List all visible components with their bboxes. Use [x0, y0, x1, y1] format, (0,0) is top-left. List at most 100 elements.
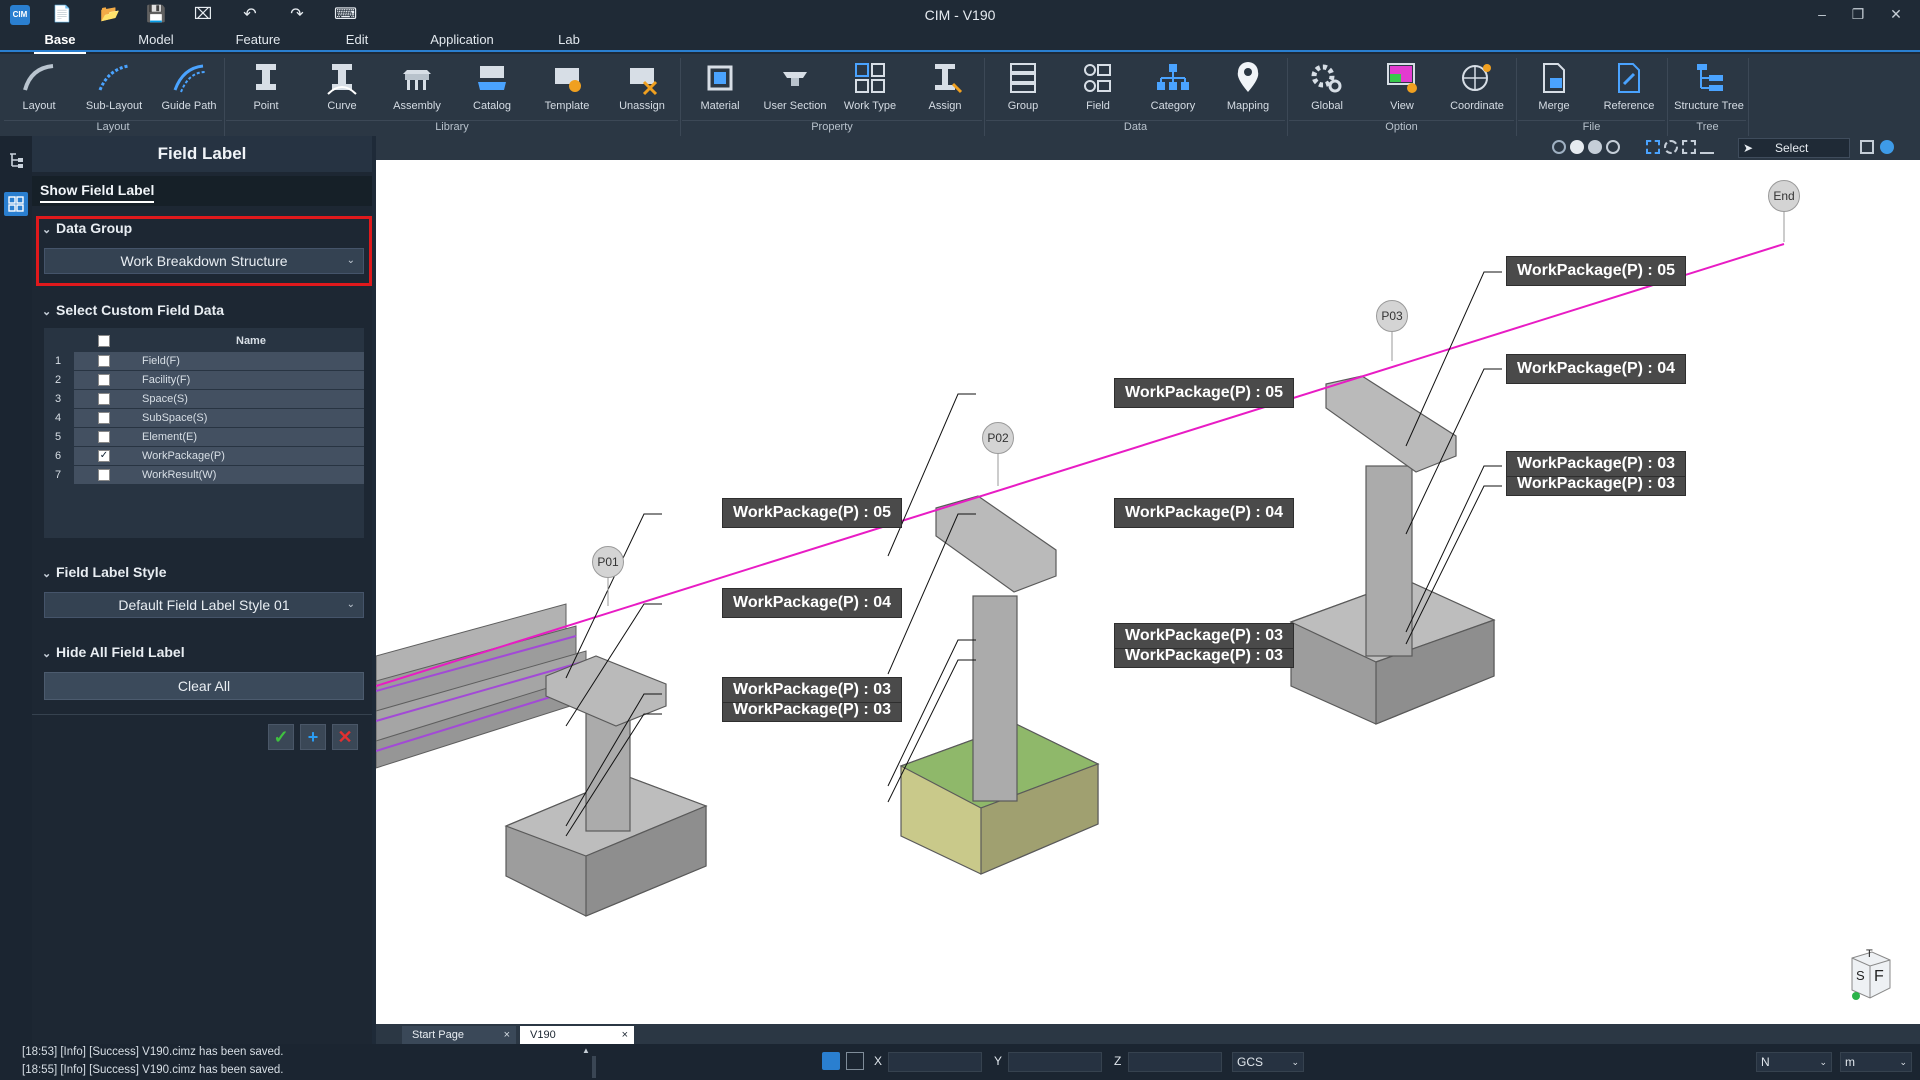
render-mode-icons[interactable] — [1552, 140, 1626, 156]
user-section-button[interactable]: User Section — [761, 58, 829, 122]
direction-dropdown[interactable]: N ⌄ — [1756, 1052, 1832, 1072]
catalog-button[interactable]: Catalog — [458, 58, 526, 122]
row-checkbox[interactable] — [98, 374, 110, 386]
hidden-line-icon[interactable] — [1588, 140, 1602, 154]
custom-field-heading[interactable]: ⌄ Select Custom Field Data — [42, 302, 224, 318]
field-label[interactable]: WorkPackage(P) : 03 — [722, 677, 902, 703]
row-checkbox[interactable] — [98, 393, 110, 405]
close-window-button[interactable]: ✕ — [1886, 4, 1906, 24]
polygon-select-icon[interactable] — [1682, 140, 1696, 154]
global-button[interactable]: Global — [1293, 58, 1361, 122]
grid-row[interactable]: 5 Element(E) — [44, 428, 364, 446]
grid-row[interactable]: 2 Facility(F) — [44, 371, 364, 389]
y-coordinate-field[interactable] — [1008, 1052, 1102, 1072]
log-scrollbar[interactable] — [592, 1056, 596, 1078]
field-label[interactable]: WorkPackage(P) : 03 — [1114, 623, 1294, 649]
shaded-icon[interactable] — [1570, 140, 1584, 154]
box-select-icon[interactable] — [1646, 140, 1660, 154]
close-tab-icon[interactable]: × — [504, 1026, 510, 1044]
apply-button[interactable]: ✓ — [268, 724, 294, 750]
circle-select-icon[interactable] — [1664, 140, 1678, 154]
angle-icon[interactable] — [846, 1052, 864, 1070]
viewport-settings-icon[interactable] — [1880, 140, 1894, 154]
tab-start-page[interactable]: Start Page × — [402, 1026, 516, 1044]
point-button[interactable]: Point — [232, 58, 300, 122]
restore-button[interactable]: ❐ — [1848, 4, 1868, 24]
field-label[interactable]: WorkPackage(P) : 04 — [722, 588, 902, 618]
category-button[interactable]: Category — [1139, 58, 1207, 122]
field-label[interactable]: WorkPackage(P) : 04 — [1506, 354, 1686, 384]
tab-base[interactable]: Base — [34, 32, 86, 54]
group-button[interactable]: Group — [989, 58, 1057, 122]
data-group-heading[interactable]: ⌄ Data Group — [42, 220, 132, 236]
3d-viewport[interactable]: P01 P02 P03 End WorkPackage(P) : 05 Work… — [376, 136, 1920, 1024]
material-button[interactable]: Material — [686, 58, 754, 122]
tab-application[interactable]: Application — [424, 32, 500, 50]
unassign-button[interactable]: Unassign — [608, 58, 676, 122]
assign-button[interactable]: Assign — [911, 58, 979, 122]
row-checkbox[interactable]: ✓ — [98, 450, 110, 462]
field-label[interactable]: WorkPackage(P) : 04 — [1114, 498, 1294, 528]
field-label[interactable]: WorkPackage(P) : 03 — [1506, 451, 1686, 477]
guide-path-button[interactable]: Guide Path — [155, 58, 223, 122]
row-checkbox[interactable] — [98, 412, 110, 424]
row-checkbox[interactable] — [98, 431, 110, 443]
realistic-icon[interactable] — [1606, 140, 1620, 154]
tree-view-icon[interactable] — [8, 152, 24, 168]
label-style-dropdown[interactable]: Default Field Label Style 01 ⌄ — [44, 592, 364, 618]
curve-button[interactable]: Curve — [308, 58, 376, 122]
log-scroll-up-icon[interactable]: ▲ — [582, 1046, 590, 1055]
add-button[interactable]: + — [300, 724, 326, 750]
grid-row[interactable]: 4 SubSpace(S) — [44, 409, 364, 427]
row-checkbox[interactable] — [98, 355, 110, 367]
z-coordinate-field[interactable] — [1128, 1052, 1222, 1072]
minimize-button[interactable]: – — [1812, 4, 1832, 24]
viewport-options-icon[interactable] — [1860, 140, 1874, 154]
field-button[interactable]: Field — [1064, 58, 1132, 122]
coordinate-button[interactable]: Coordinate — [1443, 58, 1511, 122]
grid-row[interactable]: 3 Space(S) — [44, 390, 364, 408]
data-group-dropdown[interactable]: Work Breakdown Structure ⌄ — [44, 248, 364, 274]
unit-dropdown[interactable]: m ⌄ — [1840, 1052, 1912, 1072]
marker-end[interactable]: End — [1768, 180, 1800, 212]
view-button[interactable]: View — [1368, 58, 1436, 122]
select-all-checkbox[interactable] — [98, 335, 110, 347]
tab-edit[interactable]: Edit — [340, 32, 374, 50]
select-mode-dropdown[interactable]: ➤ Select — [1738, 138, 1850, 158]
grid-row[interactable]: 6 ✓ WorkPackage(P) — [44, 447, 364, 465]
close-tab-icon[interactable]: × — [622, 1026, 628, 1044]
cancel-button[interactable]: ✕ — [332, 724, 358, 750]
row-checkbox[interactable] — [98, 469, 110, 481]
marker-p03[interactable]: P03 — [1376, 300, 1408, 332]
assembly-button[interactable]: Assembly — [383, 58, 451, 122]
tab-model[interactable]: Model — [132, 32, 180, 50]
hide-all-heading[interactable]: ⌄ Hide All Field Label — [42, 644, 185, 660]
mapping-button[interactable]: Mapping — [1214, 58, 1282, 122]
structure-tree-button[interactable]: Structure Tree — [1671, 58, 1747, 122]
marker-p02[interactable]: P02 — [982, 422, 1014, 454]
field-label[interactable]: WorkPackage(P) : 05 — [722, 498, 902, 528]
show-field-label-tab[interactable]: Show Field Label — [32, 176, 372, 206]
bridge-model[interactable] — [376, 136, 1920, 1024]
reference-button[interactable]: Reference — [1595, 58, 1663, 122]
field-label-tab[interactable] — [4, 192, 28, 216]
tab-lab[interactable]: Lab — [554, 32, 584, 50]
wireframe-icon[interactable] — [1552, 140, 1566, 154]
field-label[interactable]: WorkPackage(P) : 05 — [1114, 378, 1294, 408]
coordinate-system-dropdown[interactable]: GCS ⌄ — [1232, 1052, 1304, 1072]
marker-p01[interactable]: P01 — [592, 546, 624, 578]
tab-v190[interactable]: V190 × — [520, 1026, 634, 1044]
snap-icon[interactable] — [822, 1052, 840, 1070]
sub-layout-button[interactable]: Sub-Layout — [80, 58, 148, 122]
view-cube[interactable]: T S F — [1844, 948, 1894, 1004]
merge-button[interactable]: Merge — [1520, 58, 1588, 122]
selection-mode-icons[interactable] — [1646, 140, 1718, 156]
lasso-select-icon[interactable] — [1700, 140, 1714, 154]
layout-button[interactable]: Layout — [5, 58, 73, 122]
x-coordinate-field[interactable] — [888, 1052, 982, 1072]
clear-all-button[interactable]: Clear All — [44, 672, 364, 700]
grid-row[interactable]: 7 WorkResult(W) — [44, 466, 364, 484]
grid-row[interactable]: 1 Field(F) — [44, 352, 364, 370]
template-button[interactable]: Template — [533, 58, 601, 122]
tab-feature[interactable]: Feature — [230, 32, 286, 50]
